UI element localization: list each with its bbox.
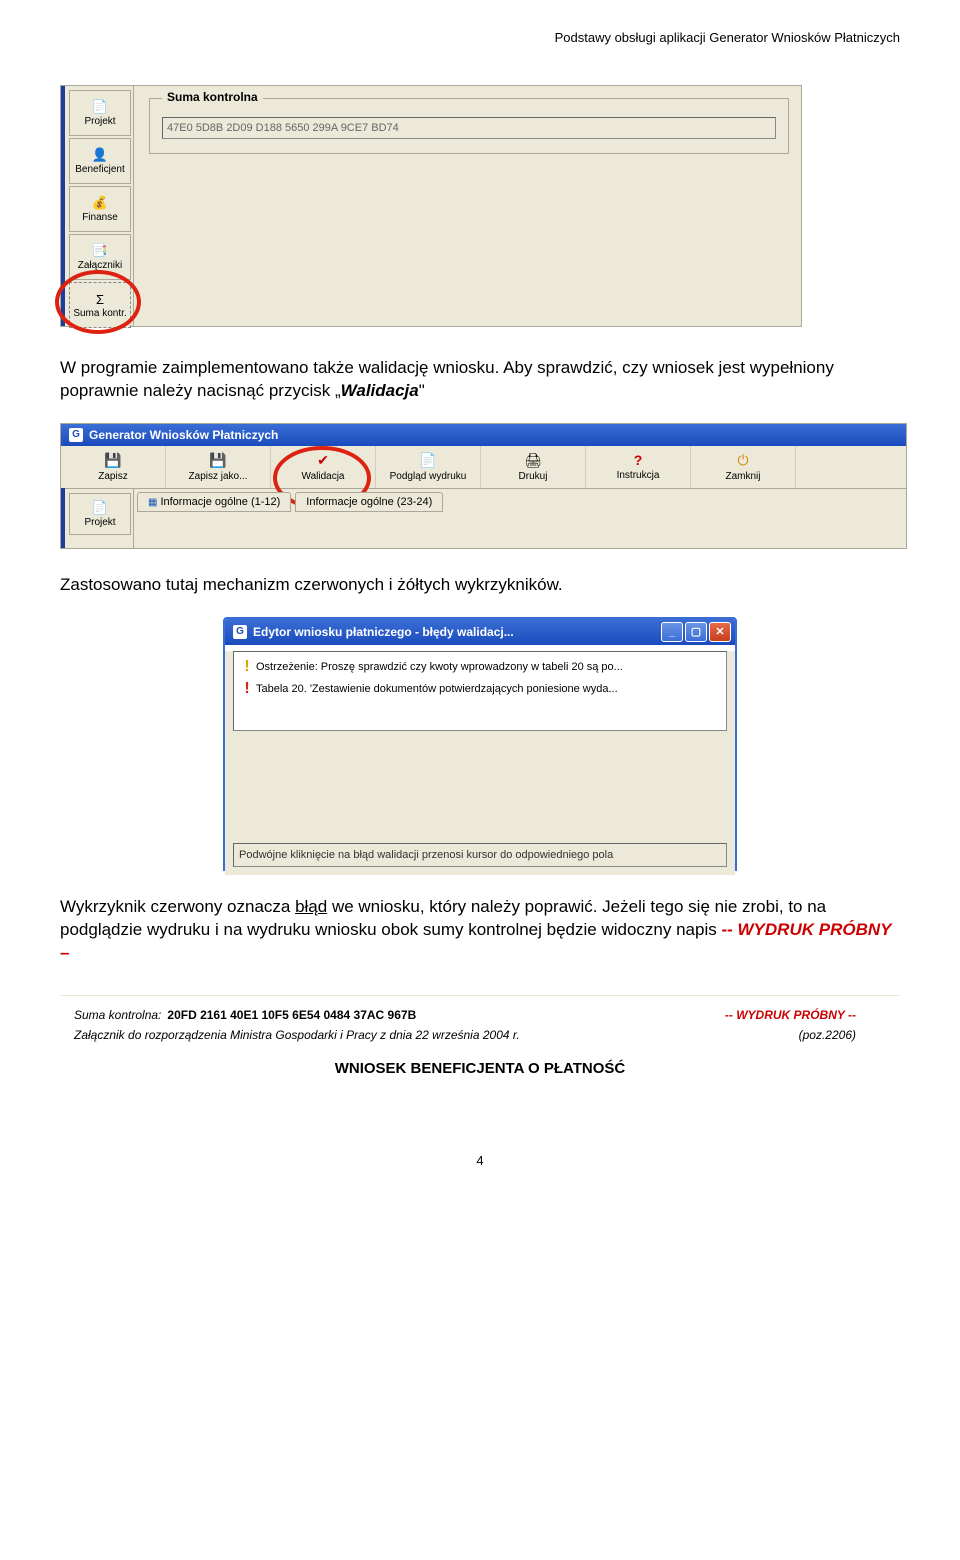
toolbar-label: Walidacja xyxy=(302,471,345,482)
fig2-info-tabs: ▦Informacje ogólne (1-12) Informacje ogó… xyxy=(137,492,443,512)
validation-text: Tabela 20. 'Zestawienie dokumentów potwi… xyxy=(256,683,618,695)
error-icon: ! xyxy=(238,680,256,698)
tab-label: Beneficjent xyxy=(75,164,124,175)
group-title: Suma kontrolna xyxy=(162,90,263,104)
sheet-icon: ▦ xyxy=(148,497,157,508)
paragraph-3: Wykrzyknik czerwony oznacza błąd we wnio… xyxy=(60,896,900,965)
para3-a: Wykrzyknik czerwony oznacza xyxy=(60,897,295,916)
attachments-icon: 📑 xyxy=(92,243,108,259)
paragraph-1: W programie zaimplementowano także walid… xyxy=(60,357,900,403)
tab-label: Projekt xyxy=(84,116,115,127)
document-icon: 📄 xyxy=(92,99,108,115)
fig1-panel: 📄 Projekt 👤 Beneficjent 💰 Finanse 📑 Załą… xyxy=(60,85,802,327)
tab-label: Projekt xyxy=(84,517,115,528)
para1-text-a: W programie zaimplementowano także walid… xyxy=(60,358,834,400)
app-icon: G xyxy=(233,625,247,639)
para1-text-c: " xyxy=(419,381,425,400)
sidebar-tab-projekt[interactable]: 📄 Projekt xyxy=(69,90,131,136)
fig3-titlebar: G Edytor wniosku płatniczego - błędy wal… xyxy=(225,619,735,645)
toolbar-drukuj[interactable]: 🖨 Drukuj xyxy=(481,446,586,488)
fig2-sidebar: 📄 Projekt xyxy=(61,488,134,548)
fig4-printout: Suma kontrolna: 20FD 2161 40E1 10F5 6E54… xyxy=(60,995,900,1093)
toolbar-podglad[interactable]: 📄 Podgląd wydruku xyxy=(376,446,481,488)
validation-row-warning[interactable]: ! Ostrzeżenie: Proszę sprawdzić czy kwot… xyxy=(238,656,722,678)
form-title: WNIOSEK BENEFICJENTA O PŁATNOŚĆ xyxy=(60,1052,900,1093)
toolbar-zapisz[interactable]: 💾 Zapisz xyxy=(61,446,166,488)
preview-icon: 📄 xyxy=(419,452,436,469)
info-tab-2[interactable]: Informacje ogólne (23-24) xyxy=(295,492,443,512)
info-tab-label: Informacje ogólne (23-24) xyxy=(306,496,432,508)
info-tab-1[interactable]: ▦Informacje ogólne (1-12) xyxy=(137,492,291,512)
suma-hash: 20FD 2161 40E1 10F5 6E54 0484 37AC 967B xyxy=(167,1008,416,1022)
sidebar-tab-zalaczniki[interactable]: 📑 Załączniki xyxy=(69,234,131,280)
money-icon: 💰 xyxy=(92,195,108,211)
sigma-icon: Σ xyxy=(96,292,104,307)
toolbar-zapisz-jako[interactable]: 💾 Zapisz jako... xyxy=(166,446,271,488)
fig2-toolbar: 💾 Zapisz 💾 Zapisz jako... ✔ Walidacja 📄 … xyxy=(61,446,906,489)
toolbar-walidacja[interactable]: ✔ Walidacja xyxy=(271,446,376,488)
tab-label: Finanse xyxy=(82,212,118,223)
poz-number: (poz.2206) xyxy=(799,1028,856,1042)
suma-kontrolna-value xyxy=(162,117,776,139)
fig1-main: Suma kontrolna xyxy=(137,86,801,326)
attachment-line: Załącznik do rozporządzenia Ministra Gos… xyxy=(74,1028,520,1042)
toolbar-label: Zapisz jako... xyxy=(189,471,248,482)
sidebar-tab-suma-kontrolna[interactable]: Σ Suma kontr. xyxy=(69,282,131,328)
tab-label: Suma kontr. xyxy=(73,308,126,319)
fig2-window: G Generator Wniosków Płatniczych 💾 Zapis… xyxy=(60,423,907,549)
validation-hint: Podwójne kliknięcie na błąd walidacji pr… xyxy=(233,843,727,867)
toolbar-label: Instrukcja xyxy=(617,470,660,481)
close-button[interactable]: ✕ xyxy=(709,622,731,642)
toolbar-instrukcja[interactable]: ? Instrukcja xyxy=(586,446,691,488)
validation-row-error[interactable]: ! Tabela 20. 'Zestawienie dokumentów pot… xyxy=(238,678,722,700)
person-icon: 👤 xyxy=(92,147,108,163)
fig2-titlebar: G Generator Wniosków Płatniczych xyxy=(61,424,906,446)
paragraph-2: Zastosowano tutaj mechanizm czerwonych i… xyxy=(60,574,900,597)
window-title: Edytor wniosku płatniczego - błędy walid… xyxy=(253,625,514,639)
window-buttons: _ ▢ ✕ xyxy=(661,622,735,642)
print-icon: 🖨 xyxy=(524,452,542,469)
app-icon: G xyxy=(69,428,83,442)
page-number: 4 xyxy=(60,1153,900,1168)
wydruk-probny-badge: -- WYDRUK PRÓBNY -- xyxy=(725,1008,856,1022)
toolbar-label: Zamknij xyxy=(725,471,760,482)
window-title: Generator Wniosków Płatniczych xyxy=(89,428,278,442)
minimize-button[interactable]: _ xyxy=(661,622,683,642)
suma-label: Suma kontrolna: xyxy=(74,1008,161,1022)
save-as-icon: 💾 xyxy=(209,452,226,469)
sidebar-tab-finanse[interactable]: 💰 Finanse xyxy=(69,186,131,232)
validation-list: ! Ostrzeżenie: Proszę sprawdzić czy kwot… xyxy=(233,651,727,731)
tab-label: Załączniki xyxy=(78,260,122,271)
sidebar-blue-strip xyxy=(61,488,65,548)
save-icon: 💾 xyxy=(104,452,121,469)
warning-icon: ! xyxy=(238,658,256,676)
document-icon: 📄 xyxy=(92,500,108,516)
sidebar-blue-strip xyxy=(61,86,65,326)
fig1-sidebar: 📄 Projekt 👤 Beneficjent 💰 Finanse 📑 Załą… xyxy=(61,86,134,326)
page-header: Podstawy obsługi aplikacji Generator Wni… xyxy=(60,30,900,45)
power-icon: ⏻ xyxy=(737,452,748,469)
fig4-row1: Suma kontrolna: 20FD 2161 40E1 10F5 6E54… xyxy=(60,995,900,1026)
validation-text: Ostrzeżenie: Proszę sprawdzić czy kwoty … xyxy=(256,661,623,673)
fig4-row2: Załącznik do rozporządzenia Ministra Gos… xyxy=(60,1026,900,1052)
para1-text-b: Walidacja xyxy=(341,381,419,400)
help-icon: ? xyxy=(634,452,643,468)
sidebar-tab-beneficjent[interactable]: 👤 Beneficjent xyxy=(69,138,131,184)
fig3-body: ! Ostrzeżenie: Proszę sprawdzić czy kwot… xyxy=(225,651,735,875)
toolbar-label: Drukuj xyxy=(519,471,548,482)
sidebar-tab-projekt[interactable]: 📄 Projekt xyxy=(69,493,131,535)
fig3-validation-window: G Edytor wniosku płatniczego - błędy wal… xyxy=(223,617,737,871)
toolbar-label: Podgląd wydruku xyxy=(390,471,467,482)
maximize-button[interactable]: ▢ xyxy=(685,622,707,642)
suma-kontrolna-group: Suma kontrolna xyxy=(149,98,789,154)
para3-b: błąd xyxy=(295,897,327,916)
toolbar-zamknij[interactable]: ⏻ Zamknij xyxy=(691,446,796,488)
check-icon: ✔ xyxy=(317,452,329,469)
info-tab-label: Informacje ogólne (1-12) xyxy=(160,496,280,508)
toolbar-label: Zapisz xyxy=(98,471,127,482)
